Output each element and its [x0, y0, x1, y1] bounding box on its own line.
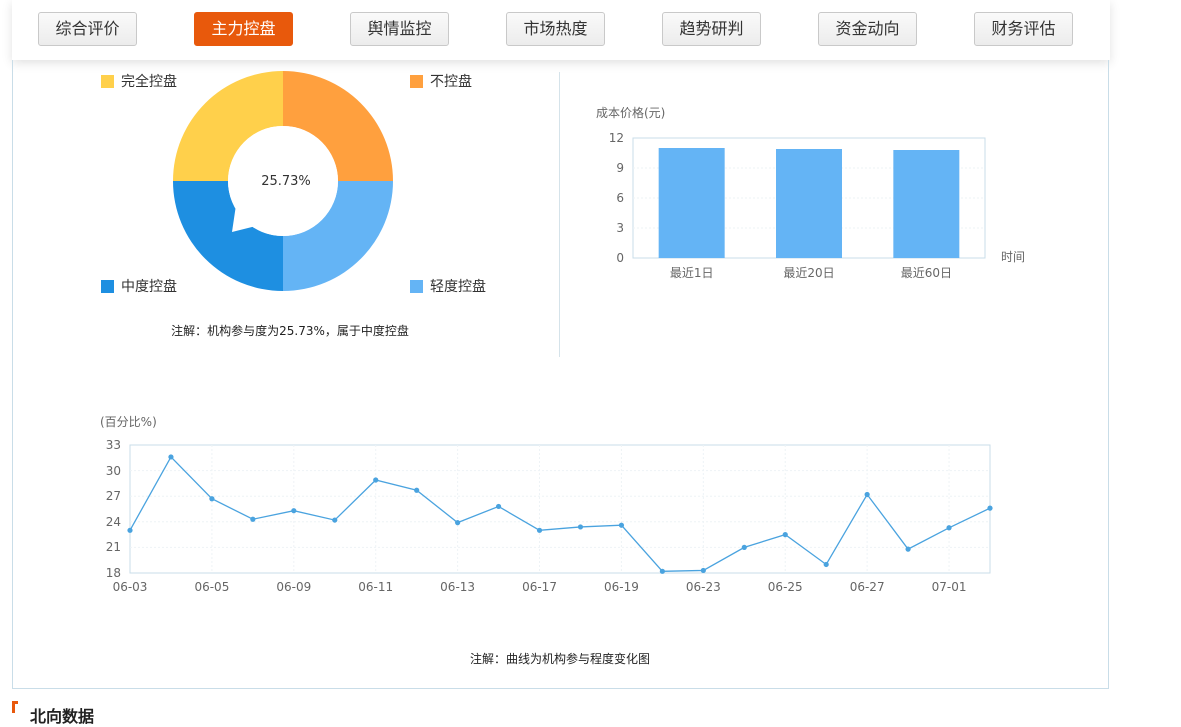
trend-point: [373, 477, 379, 483]
cost-y-axis-title: 成本价格(元): [596, 105, 665, 120]
charts-canvas: 25.73% 成本价格(元) 12 9 6 3 0 时间 最近1日 最近20日 最近…: [100, 71, 1025, 594]
trend-point: [495, 503, 502, 510]
trend-y-tick: 27: [106, 489, 121, 503]
donut-center-label: 25.73%: [261, 174, 311, 189]
trend-point: [455, 520, 461, 526]
trend-y-tick: 21: [106, 540, 121, 554]
trend-series: [127, 454, 993, 574]
section-marker: [12, 701, 18, 713]
trend-x-tick: 06-19: [604, 580, 639, 594]
trend-point: [864, 491, 870, 498]
trend-x-tick: 06-03: [113, 580, 148, 594]
cost-y-tick: 12: [609, 131, 624, 145]
cost-bar-chart: 成本价格(元) 12 9 6 3 0 时间 最近1日 最近20日 最近60日: [596, 105, 1025, 280]
trend-y-tick: 24: [106, 515, 121, 529]
trend-point: [414, 487, 420, 493]
cost-y-tick: 0: [616, 251, 624, 265]
trend-y-tick: 18: [106, 566, 121, 580]
donut-note: 注解：机构参与度为25.73%，属于中度控盘: [171, 324, 409, 338]
trend-point: [209, 496, 215, 502]
cost-bar: [658, 148, 725, 258]
trend-grid: [130, 445, 990, 573]
cost-bars: 最近1日 最近20日 最近60日: [658, 148, 960, 280]
cost-x-tick: 最近60日: [901, 266, 952, 280]
trend-point: [618, 522, 625, 528]
trend-x-ticks: 06-03 06-05 06-09 06-11 06-13 06-17 06-19 06-23…: [113, 580, 967, 594]
trend-point: [946, 525, 952, 531]
trend-x-tick: 06-17: [522, 580, 557, 594]
cost-x-tick: 最近20日: [783, 266, 834, 280]
trend-x-tick: 06-05: [194, 580, 229, 594]
trend-point: [782, 532, 788, 538]
trend-plot-frame: [129, 444, 991, 574]
trend-point: [659, 568, 665, 574]
cost-y-tick: 3: [616, 221, 624, 235]
trend-point: [987, 505, 993, 511]
trend-x-tick: 06-13: [440, 580, 475, 594]
cost-bar: [893, 150, 960, 258]
cost-x-tick: 最近1日: [670, 266, 714, 280]
cost-y-tick: 6: [616, 191, 624, 205]
trend-line-chart: (百分比%) 33 30 27 24 21 18 06-03 06-05 06-09…: [100, 415, 993, 594]
trend-y-tick: 30: [106, 464, 121, 478]
trend-point: [577, 524, 584, 530]
cost-bar: [776, 149, 842, 258]
trend-point: [741, 544, 747, 551]
trend-point: [823, 561, 829, 568]
trend-y-axis-title: (百分比%): [100, 415, 157, 429]
trend-x-tick: 06-11: [358, 580, 393, 594]
trend-point: [536, 527, 543, 533]
trend-note: 注解：曲线为机构参与程度变化图: [469, 652, 650, 666]
donut-chart: 25.73%: [173, 71, 393, 291]
trend-x-tick: 06-25: [768, 580, 803, 594]
trend-point: [250, 516, 256, 522]
trend-point: [700, 567, 706, 574]
section-title: 北向数据: [30, 707, 95, 726]
trend-point: [127, 527, 133, 533]
cost-x-axis-title: 时间: [1001, 250, 1025, 264]
trend-x-tick: 06-09: [276, 580, 311, 594]
trend-line-path: [129, 455, 991, 572]
cost-y-tick: 9: [616, 161, 624, 175]
trend-point: [168, 454, 174, 460]
trend-x-tick: 06-27: [850, 580, 885, 594]
trend-point: [332, 517, 338, 523]
trend-y-tick: 33: [106, 438, 121, 452]
trend-point: [291, 508, 297, 514]
trend-x-tick: 06-23: [686, 580, 721, 594]
trend-point: [905, 546, 911, 552]
trend-x-tick: 07-01: [932, 580, 967, 594]
